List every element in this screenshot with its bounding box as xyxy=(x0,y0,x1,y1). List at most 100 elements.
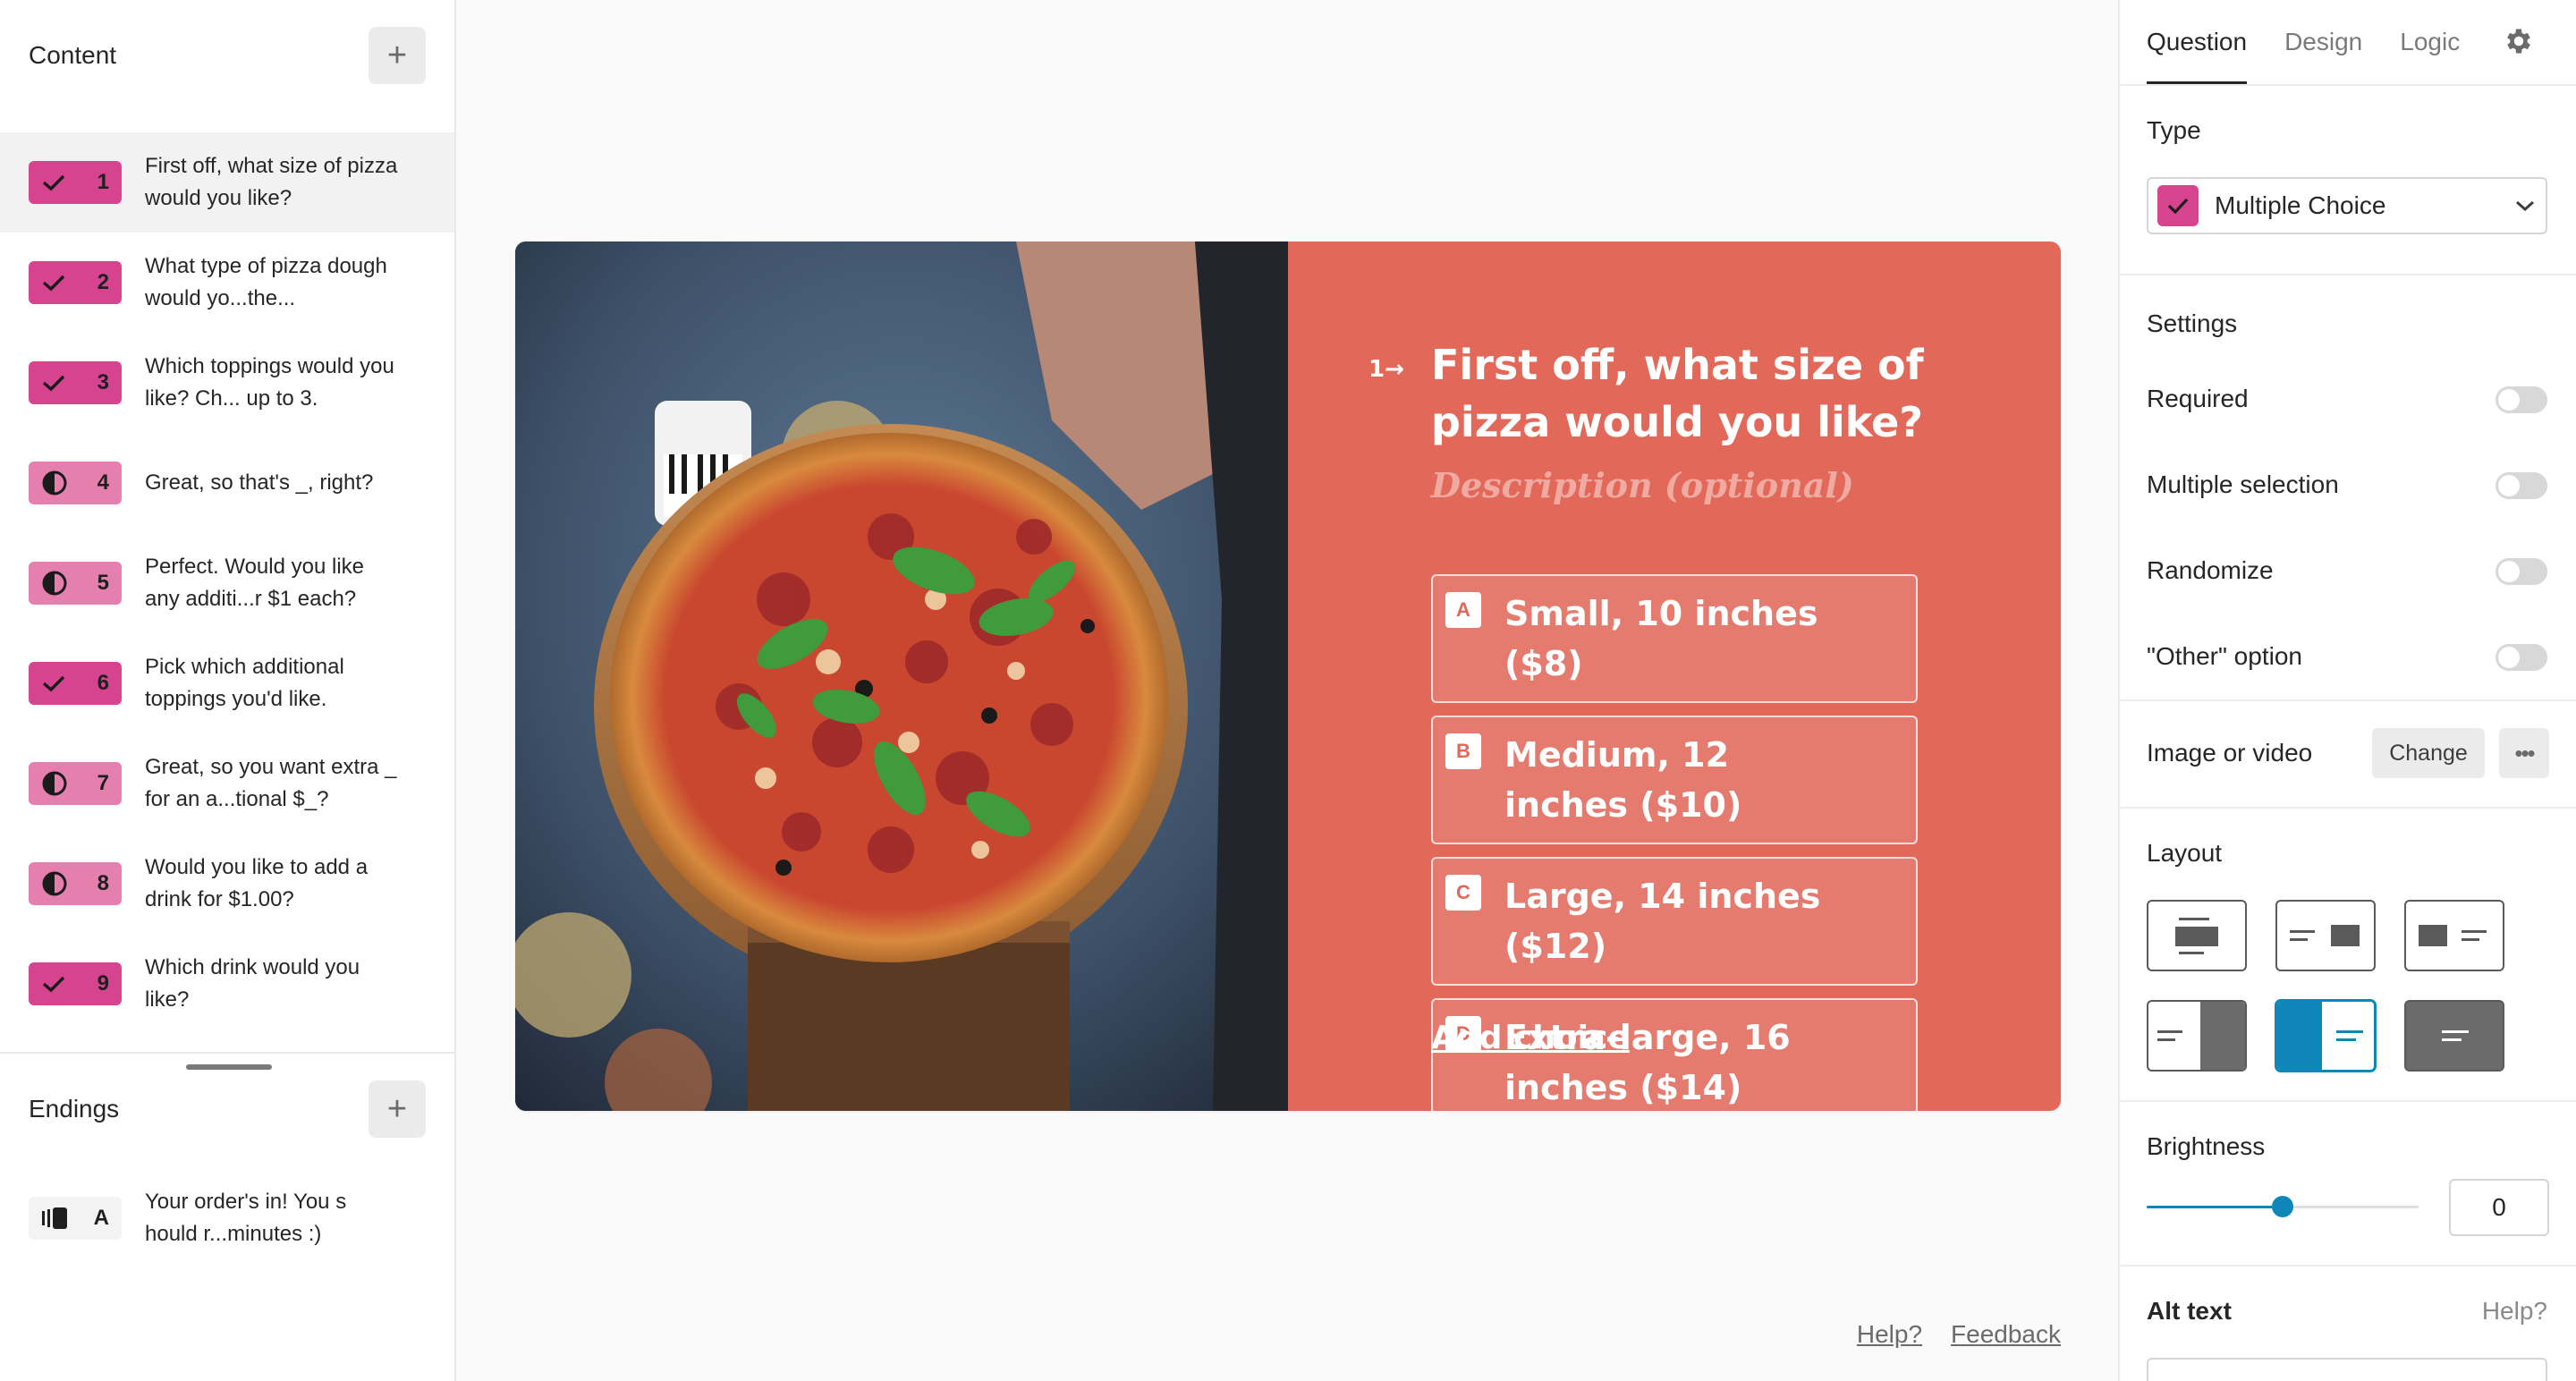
tab-design[interactable]: Design xyxy=(2284,0,2362,84)
statement-icon xyxy=(42,571,67,596)
other-option-toggle[interactable] xyxy=(2496,644,2547,671)
add-content-button[interactable]: + xyxy=(369,27,426,84)
question-number: 1 xyxy=(97,170,109,194)
question-text: Great, so you want extra _ for an a...ti… xyxy=(145,755,397,811)
layout-option-split-right[interactable] xyxy=(2147,1000,2247,1072)
endings-title: Endings xyxy=(29,1095,120,1123)
question-type-badge: 7 xyxy=(29,762,122,805)
ending-badge: A xyxy=(29,1197,122,1240)
brightness-input[interactable]: 0 xyxy=(2449,1179,2549,1236)
choice-option[interactable]: C Large, 14 inches ($12) xyxy=(1431,857,1918,986)
panel-tabs: Question Design Logic xyxy=(2147,0,2460,84)
section-divider xyxy=(2120,1265,2576,1267)
question-list-item[interactable]: 5 Perfect. Would you like any additi...r … xyxy=(0,533,454,633)
tab-question[interactable]: Question xyxy=(2147,0,2248,84)
add-choice-link[interactable]: Add choice xyxy=(1431,1020,1630,1056)
change-media-button[interactable]: Change xyxy=(2372,728,2485,778)
more-options-button[interactable]: ••• xyxy=(2499,728,2549,778)
ending-item[interactable]: A Your order's in! You s hould r...minut… xyxy=(0,1168,454,1268)
statement-icon xyxy=(42,771,67,796)
alt-text-help-link[interactable]: Help? xyxy=(2482,1297,2547,1326)
question-list-item[interactable]: 1 First off, what size of pizza would you… xyxy=(0,132,454,233)
add-ending-button[interactable]: + xyxy=(369,1080,426,1138)
question-type-badge: 2 xyxy=(29,261,122,304)
multiple-selection-toggle[interactable] xyxy=(2496,472,2547,499)
question-number: 5 xyxy=(97,571,109,595)
question-type-value: Multiple Choice xyxy=(2215,191,2386,219)
feedback-link[interactable]: Feedback xyxy=(1951,1320,2061,1349)
question-title[interactable]: First off, what size of pizza would you … xyxy=(1431,336,2004,451)
question-text: What type of pizza dough would yo...the.… xyxy=(145,254,387,310)
layout-option-image-left[interactable] xyxy=(2404,900,2504,971)
other-option-label: "Other" option xyxy=(2147,642,2302,670)
question-number: 8 xyxy=(97,871,109,895)
checkmark-icon xyxy=(2157,185,2199,226)
question-type-badge: 4 xyxy=(29,462,122,504)
choice-option[interactable]: A Small, 10 inches ($8) xyxy=(1431,574,1918,703)
section-divider xyxy=(2120,807,2576,809)
choice-key: A xyxy=(1445,592,1481,628)
footer-links: Help? Feedback xyxy=(1857,1320,2061,1349)
question-text: Would you like to add a drink for $1.00? xyxy=(145,855,369,911)
endings-header: Endings + xyxy=(29,1080,426,1138)
tabs-divider xyxy=(2120,84,2576,86)
layout-option-split-left[interactable] xyxy=(2275,1000,2376,1072)
content-header: Content + xyxy=(29,27,426,84)
question-type-badge: 6 xyxy=(29,662,122,705)
brightness-label: Brightness xyxy=(2147,1132,2266,1160)
question-list-item[interactable]: 9 Which drink would you like? xyxy=(0,934,454,1034)
choice-key: B xyxy=(1445,733,1481,769)
required-toggle[interactable] xyxy=(2496,386,2547,413)
statement-icon xyxy=(42,871,67,896)
ending-key: A xyxy=(93,1206,109,1230)
choice-label: Large, 14 inches ($12) xyxy=(1504,877,1821,966)
question-type-select[interactable]: Multiple Choice xyxy=(2147,177,2547,234)
layout-option-image-top[interactable] xyxy=(2147,900,2247,971)
type-label: Type xyxy=(2147,116,2201,144)
pizza-photo-illustration xyxy=(515,241,1288,1111)
checkmark-icon xyxy=(42,375,65,392)
brightness-slider-thumb[interactable] xyxy=(2272,1196,2293,1217)
checkmark-icon xyxy=(42,976,65,993)
editor-canvas: 1→ First off, what size of pizza would y… xyxy=(458,0,2118,1381)
brightness-slider[interactable] xyxy=(2147,1196,2419,1217)
question-number: 9 xyxy=(97,971,109,996)
question-number: 1→ xyxy=(1368,356,1404,383)
settings-label: Settings xyxy=(2147,309,2238,337)
checkmark-icon xyxy=(42,675,65,692)
section-divider xyxy=(2120,274,2576,275)
layout-option-image-right[interactable] xyxy=(2275,900,2376,971)
question-list-item[interactable]: 4 Great, so that's _, right? xyxy=(0,433,454,533)
resize-handle[interactable] xyxy=(186,1064,272,1070)
question-number: 3 xyxy=(97,370,109,394)
question-preview-card[interactable]: 1→ First off, what size of pizza would y… xyxy=(515,241,2061,1111)
question-type-badge: 8 xyxy=(29,862,122,905)
statement-icon xyxy=(42,470,67,496)
question-description[interactable]: Description (optional) xyxy=(1431,465,1854,505)
gear-icon[interactable] xyxy=(2503,25,2535,57)
question-list: 1 First off, what size of pizza would you… xyxy=(0,132,454,1050)
question-list-item[interactable]: 2 What type of pizza dough would yo...the… xyxy=(0,233,454,333)
question-list-item[interactable]: 3 Which toppings would you like? Ch... up… xyxy=(0,333,454,433)
multiple-selection-label: Multiple selection xyxy=(2147,470,2339,498)
question-text: Perfect. Would you like any additi...r $… xyxy=(145,555,365,611)
pizza-photo[interactable] xyxy=(515,241,1288,1111)
question-number: 4 xyxy=(97,470,109,495)
question-list-item[interactable]: 6 Pick which additional toppings you'd li… xyxy=(0,633,454,733)
brightness-slider-fill xyxy=(2147,1206,2283,1208)
question-text: First off, what size of pizza would you … xyxy=(145,154,398,210)
choice-label: Medium, 12 inches ($10) xyxy=(1504,735,1742,825)
alt-text-input[interactable] xyxy=(2147,1358,2547,1381)
question-list-item[interactable]: 7 Great, so you want extra _ for an a...t… xyxy=(0,733,454,834)
section-divider xyxy=(2120,1100,2576,1102)
choice-option[interactable]: B Medium, 12 inches ($10) xyxy=(1431,716,1918,844)
chevron-down-icon xyxy=(2516,200,2534,212)
help-link[interactable]: Help? xyxy=(1857,1320,1922,1349)
question-text: Which toppings would you like? Ch... up … xyxy=(145,354,394,411)
question-number: 6 xyxy=(97,671,109,695)
alt-text-label: Alt text xyxy=(2147,1297,2232,1325)
tab-logic[interactable]: Logic xyxy=(2400,0,2460,84)
randomize-toggle[interactable] xyxy=(2496,558,2547,585)
layout-option-wallpaper[interactable] xyxy=(2404,1000,2504,1072)
question-list-item[interactable]: 8 Would you like to add a drink for $1.00… xyxy=(0,834,454,934)
